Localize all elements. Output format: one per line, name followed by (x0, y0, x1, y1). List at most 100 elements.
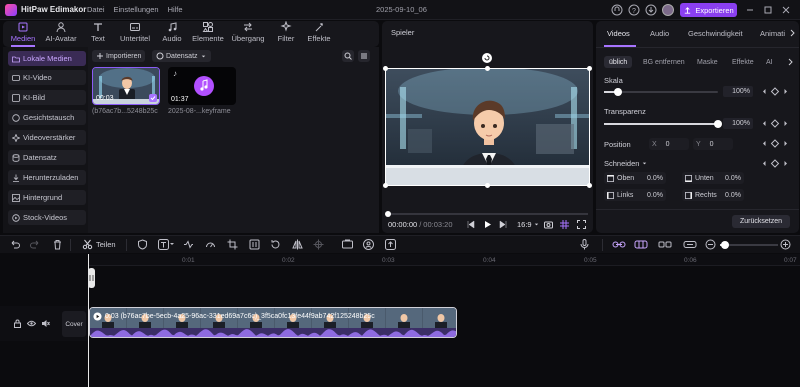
undo-icon[interactable] (9, 239, 20, 250)
playback-progress-bar[interactable] (385, 211, 588, 217)
help-icon[interactable]: ? (628, 4, 640, 16)
microphone-icon[interactable] (579, 239, 590, 250)
menu-file[interactable]: Datei (87, 5, 105, 14)
menu-help[interactable]: Hilfe (168, 5, 183, 14)
sidebar-item-ai-video[interactable]: KI-Video (8, 70, 86, 85)
prev-frame-icon[interactable] (466, 220, 475, 229)
tab-speed[interactable]: Geschwindigkeit (688, 29, 743, 38)
fit-timeline-icon[interactable] (683, 239, 697, 250)
keyframe-controls[interactable] (760, 118, 790, 129)
subtab-effects[interactable]: Effekte (727, 56, 759, 68)
track-toggle-icon[interactable] (658, 239, 672, 250)
track-lock-icon[interactable] (13, 319, 22, 328)
play-icon[interactable] (483, 220, 492, 229)
sidebar-item-downloads[interactable]: Herunterzuladen (8, 170, 86, 185)
export-clip-icon[interactable] (385, 239, 396, 250)
record-icon[interactable] (342, 239, 353, 250)
media-item-audio[interactable]: ♪ 01:37 (168, 67, 236, 105)
grid-icon[interactable] (560, 220, 569, 229)
tab-videos[interactable]: Videos (607, 29, 630, 38)
freeze-frame-icon[interactable] (249, 239, 260, 250)
playhead-line[interactable] (88, 254, 89, 387)
crop-left-field[interactable]: Links 0.0% (604, 189, 666, 201)
sidebar-item-stock-videos[interactable]: Stock-Videos (8, 210, 86, 225)
tab-text[interactable]: Text (80, 21, 116, 47)
download-icon[interactable] (645, 4, 657, 16)
fullscreen-icon[interactable] (577, 220, 586, 229)
zoom-out-icon[interactable] (705, 239, 716, 250)
search-icon[interactable] (342, 50, 354, 62)
playhead-marker[interactable] (88, 268, 95, 288)
shield-icon[interactable] (137, 239, 148, 250)
list-view-icon[interactable] (358, 50, 370, 62)
scale-slider[interactable] (604, 88, 718, 96)
export-button[interactable]: Exportieren (680, 3, 737, 17)
tab-ai-avatar[interactable]: AI-Avatar (43, 21, 79, 47)
tab-transition[interactable]: Übergang (228, 21, 268, 47)
minimize-icon[interactable] (744, 4, 756, 16)
tab-audio-props[interactable]: Audio (650, 29, 669, 38)
dataset-dropdown[interactable]: Datensatz (152, 50, 211, 62)
menu-settings[interactable]: Einstellungen (114, 5, 159, 14)
cover-button[interactable]: Cover (62, 311, 86, 337)
rotate-handle-icon[interactable] (482, 53, 492, 63)
split-button[interactable]: Teilen (82, 239, 116, 250)
user-avatar[interactable] (662, 4, 674, 16)
sidebar-item-ai-image[interactable]: KI-Bild (8, 90, 86, 105)
crop-bottom-field[interactable]: Unten 0.0% (682, 172, 744, 184)
reverse-icon[interactable] (270, 239, 281, 250)
zoom-slider-knob[interactable] (721, 241, 729, 249)
crop-right-field[interactable]: Rechts 0.0% (682, 189, 744, 201)
import-button[interactable]: Importieren (92, 50, 146, 62)
track-mute-icon[interactable] (41, 319, 50, 328)
subtab-common[interactable]: üblich (604, 56, 633, 68)
snapshot-icon[interactable] (544, 220, 553, 229)
sidebar-item-local-media[interactable]: Lokale Medien (8, 51, 86, 66)
link-icon[interactable] (612, 239, 626, 250)
resize-handle-top[interactable] (485, 66, 490, 71)
media-item-video[interactable]: 00:03 (92, 67, 160, 105)
video-preview[interactable] (385, 68, 590, 186)
progress-knob[interactable] (385, 211, 391, 217)
scale-slider-knob[interactable] (614, 88, 622, 96)
tab-filter[interactable]: Filter (268, 21, 304, 47)
sidebar-item-video-enhancer[interactable]: Videoverstärker (8, 130, 86, 145)
ai-avatar-tool-icon[interactable] (363, 239, 374, 250)
mirror-icon[interactable] (292, 239, 303, 250)
text-tool-dropdown[interactable] (158, 239, 175, 250)
crop-icon[interactable] (227, 239, 238, 250)
position-x-field[interactable]: X 0 (649, 138, 689, 150)
tab-effects[interactable]: Effekte (300, 21, 338, 47)
resize-handle-tl[interactable] (383, 66, 388, 71)
maximize-icon[interactable] (762, 4, 774, 16)
delete-icon[interactable] (52, 239, 63, 250)
timeline-ruler[interactable]: 0:01 0:02 0:03 0:04 0:05 0:06 0:07 (88, 254, 800, 266)
close-icon[interactable] (780, 4, 792, 16)
sidebar-item-face-swap[interactable]: Gesichtstausch (8, 110, 86, 125)
zoom-slider[interactable] (720, 241, 778, 249)
next-frame-icon[interactable] (499, 220, 508, 229)
sidebar-item-dataset[interactable]: Datensatz (8, 150, 86, 165)
tab-media[interactable]: Medien (5, 21, 41, 47)
resize-handle-tr[interactable] (587, 66, 592, 71)
tab-animation[interactable]: Animati (760, 29, 785, 38)
resize-handle-br[interactable] (587, 183, 592, 188)
sidebar-item-background[interactable]: Hintergrund (8, 190, 86, 205)
resize-handle-bl[interactable] (383, 183, 388, 188)
magnet-snap-icon[interactable] (634, 239, 648, 250)
transparency-slider-knob[interactable] (714, 120, 722, 128)
keyframe-controls[interactable] (760, 158, 790, 169)
redo-icon[interactable] (30, 239, 41, 250)
keyframe-controls[interactable] (760, 86, 790, 97)
position-y-field[interactable]: Y 0 (693, 138, 733, 150)
audio-adjust-icon[interactable] (183, 239, 194, 250)
aspect-ratio-dropdown[interactable]: 16:9 (517, 220, 540, 229)
speed-icon[interactable] (205, 239, 216, 250)
track-visibility-icon[interactable] (27, 319, 36, 328)
support-icon[interactable] (611, 4, 623, 16)
scale-value[interactable]: 100% (723, 86, 753, 97)
transform-icon[interactable] (313, 239, 324, 250)
transparency-slider[interactable] (604, 120, 722, 128)
tab-elements[interactable]: Elemente (189, 21, 227, 47)
subtab-mask[interactable]: Maske (692, 56, 723, 68)
